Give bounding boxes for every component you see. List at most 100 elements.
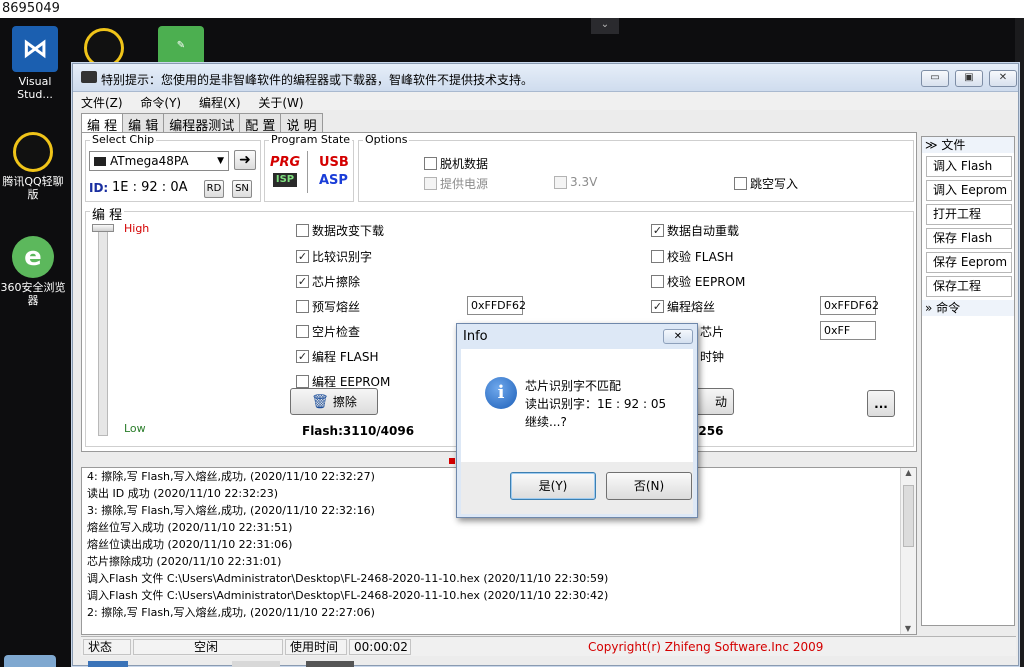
taskbar-item[interactable] xyxy=(306,661,354,667)
supply-power-checkbox[interactable]: 提供电源 xyxy=(424,175,488,192)
desktop-icon-qq[interactable]: 腾讯QQ轻聊版 xyxy=(0,132,66,201)
partial-label-chip: 芯片 xyxy=(700,325,725,339)
sn-button[interactable]: SN xyxy=(232,180,252,198)
sidebar-file-header[interactable]: ≫ 文件 xyxy=(922,137,1014,153)
checkbox-box xyxy=(424,157,437,170)
verify-eeprom-checkbox[interactable]: 校验 EEPROM xyxy=(651,273,745,290)
tab-programmer-test[interactable]: 编程器测试 xyxy=(163,113,241,134)
menu-command[interactable]: 命令(Y) xyxy=(132,92,187,111)
status-marker xyxy=(449,458,455,464)
log-line: 熔丝位读出成功 (2020/11/10 22:31:06) xyxy=(87,538,293,551)
more-button[interactable]: ... xyxy=(867,390,895,417)
window-title: 特别提示：您使用的是非智峰软件的编程器或下载器，智峰软件不提供技术支持。 xyxy=(101,73,534,87)
lock-bits-field[interactable]: 0xFF xyxy=(820,321,876,340)
options-group: Options 脱机数据 提供电源 3.3V 跳空写入 xyxy=(358,133,914,202)
checkbox-box xyxy=(296,300,309,313)
taskbar-item[interactable] xyxy=(232,661,280,667)
load-flash-button[interactable]: 调入 Flash xyxy=(926,156,1012,177)
open-project-button[interactable]: 打开工程 xyxy=(926,204,1012,225)
menu-bar: 文件(Z) 命令(Y) 编程(X) 关于(W) xyxy=(73,92,1018,110)
save-eeprom-button[interactable]: 保存 Eeprom xyxy=(926,252,1012,273)
status-label: 状态 xyxy=(83,639,131,655)
desktop-icon-label: 360安全浏览器 xyxy=(0,281,66,307)
voltage-3v3-checkbox[interactable]: 3.3V xyxy=(554,175,597,189)
dialog-close-button[interactable]: ✕ xyxy=(663,329,693,344)
sidebar-file-label: 文件 xyxy=(941,138,966,152)
program-fuse-field[interactable]: 0xFFDF62 xyxy=(820,296,879,315)
taskbar-item[interactable] xyxy=(88,661,128,667)
save-flash-button[interactable]: 保存 Flash xyxy=(926,228,1012,249)
menu-program[interactable]: 编程(X) xyxy=(191,92,247,111)
close-button[interactable]: ✕ xyxy=(989,70,1017,87)
tab-config[interactable]: 配 置 xyxy=(239,113,282,134)
tab-edit[interactable]: 编 辑 xyxy=(122,113,165,134)
restore-button[interactable]: ▣ xyxy=(955,70,983,87)
evernote-icon[interactable]: ✎ xyxy=(158,26,204,66)
log-scrollbar[interactable]: ▲ ▼ xyxy=(900,468,916,634)
qq-penguin-icon[interactable] xyxy=(84,28,124,68)
blank-check-checkbox[interactable]: 空片检查 xyxy=(296,323,360,340)
no-button[interactable]: 否(N) xyxy=(606,472,692,500)
save-project-button[interactable]: 保存工程 xyxy=(926,276,1012,297)
qq-icon xyxy=(13,132,53,172)
chip-erase-checkbox[interactable]: ✓ 芯片擦除 xyxy=(296,273,360,290)
go-arrow-button[interactable]: ➜ xyxy=(234,150,256,170)
speed-slider-track[interactable] xyxy=(98,224,108,436)
rd-button[interactable]: RD xyxy=(204,180,224,198)
auto-reload-data-checkbox[interactable]: ✓ 数据自动重载 xyxy=(651,222,739,239)
download-on-change-checkbox[interactable]: 数据改变下载 xyxy=(296,222,384,239)
chip-name: ATmega48PA xyxy=(110,154,189,168)
dialog-message: 芯片识别字不匹配 读出识别字：1E : 92 : 05 继续...? xyxy=(525,377,666,431)
checkbox-label: 空片检查 xyxy=(312,325,361,339)
yes-button[interactable]: 是(Y) xyxy=(510,472,596,500)
checkbox-box: ✓ xyxy=(651,224,664,237)
checkbox-box: ✓ xyxy=(296,275,309,288)
minimize-button[interactable]: ▭ xyxy=(921,70,949,87)
elapsed-value: 00:00:02 xyxy=(349,639,411,655)
info-icon: i xyxy=(485,377,517,409)
browser-360-icon: e xyxy=(12,236,54,278)
dialog-line-3: 继续...? xyxy=(525,415,567,429)
chip-select[interactable]: ATmega48PA ▼ xyxy=(89,151,229,171)
eeprom-usage: /256 xyxy=(694,424,724,438)
prewrite-fuse-checkbox[interactable]: 预写熔丝 xyxy=(296,298,360,315)
tab-help[interactable]: 说 明 xyxy=(280,113,323,134)
erase-button[interactable]: 🗑 擦除 xyxy=(290,388,378,415)
log-line: 芯片擦除成功 (2020/11/10 22:31:01) xyxy=(87,555,282,568)
state-divider xyxy=(307,151,308,193)
log-line: 调入Flash 文件 C:\Users\Administrator\Deskto… xyxy=(87,589,609,602)
top-caption-bar: 8695049 xyxy=(0,0,1024,18)
desktop-icon-label: Visual Stud... xyxy=(17,75,53,101)
checkbox-box: ✓ xyxy=(296,250,309,263)
prewrite-fuse-field[interactable]: 0xFFDF62 xyxy=(467,296,526,315)
checkbox-label: 数据自动重载 xyxy=(667,224,740,238)
tab-program[interactable]: 编 程 xyxy=(81,113,124,134)
speed-slider-thumb[interactable] xyxy=(92,224,114,232)
checkbox-box xyxy=(734,177,747,190)
sidebar: ≫ 文件 调入 Flash 调入 Eeprom 打开工程 保存 Flash 保存… xyxy=(921,136,1015,626)
scroll-down-icon[interactable]: ▼ xyxy=(901,624,915,633)
taskbar-item[interactable] xyxy=(4,655,56,667)
program-fuse-checkbox[interactable]: ✓ 编程熔丝 xyxy=(651,298,715,315)
checkbox-label: 数据改变下载 xyxy=(312,224,385,238)
offline-data-checkbox[interactable]: 脱机数据 xyxy=(424,155,488,172)
scroll-thumb[interactable] xyxy=(903,485,914,547)
desktop-icon-visual-studio[interactable]: ⋈ Visual Stud... xyxy=(2,26,68,101)
compare-signature-checkbox[interactable]: ✓ 比较识别字 xyxy=(296,248,372,265)
visual-studio-icon: ⋈ xyxy=(12,26,58,72)
program-flash-checkbox[interactable]: ✓ 编程 FLASH xyxy=(296,348,379,365)
select-chip-label: Select Chip xyxy=(90,133,157,146)
slider-low-label: Low xyxy=(124,422,146,435)
prg-indicator: PRG xyxy=(270,155,301,170)
chevron-down-icon[interactable]: ⌄ xyxy=(591,18,619,34)
sidebar-command-header[interactable]: » 命令 xyxy=(922,300,1014,316)
verify-flash-checkbox[interactable]: 校验 FLASH xyxy=(651,248,734,265)
skip-blank-write-checkbox[interactable]: 跳空写入 xyxy=(734,175,798,192)
checkbox-box xyxy=(651,275,664,288)
title-bar: 特别提示：您使用的是非智峰软件的编程器或下载器，智峰软件不提供技术支持。 ▭ ▣… xyxy=(73,64,1018,92)
menu-about[interactable]: 关于(W) xyxy=(250,92,309,111)
scroll-up-icon[interactable]: ▲ xyxy=(901,468,916,477)
menu-file[interactable]: 文件(Z) xyxy=(73,92,129,111)
desktop-icon-360[interactable]: e 360安全浏览器 xyxy=(0,236,66,307)
load-eeprom-button[interactable]: 调入 Eeprom xyxy=(926,180,1012,201)
